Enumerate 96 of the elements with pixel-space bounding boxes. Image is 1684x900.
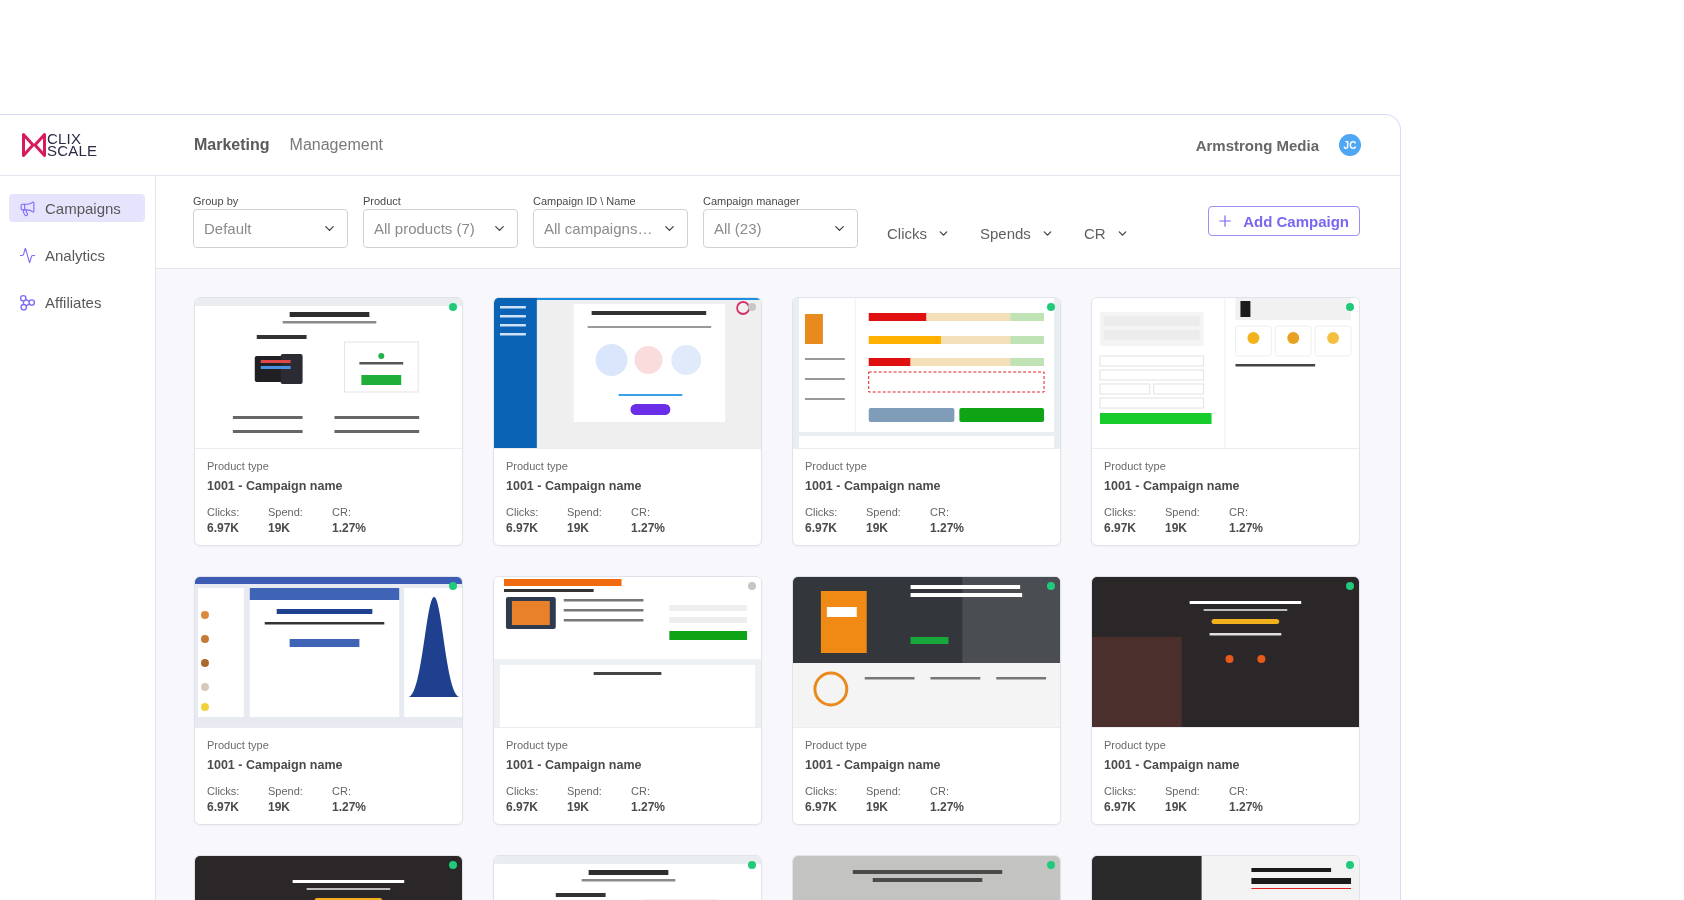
logo-text: CLIX — [47, 133, 82, 145]
stat-label: CR: — [332, 505, 351, 519]
product-type-label: Product type — [1104, 459, 1166, 474]
stat-value: 19K — [567, 520, 589, 537]
stat-label: Spend: — [866, 505, 901, 519]
campaign-name: 1001 - Campaign name — [207, 478, 343, 495]
campaign-card[interactable]: Product type 1001 - Campaign name Clicks: 6.97K Spend: 19K CR: 1.27% — [493, 576, 762, 825]
stat-label: Spend: — [1165, 505, 1200, 519]
product-type-label: Product type — [207, 738, 269, 753]
stat-label: Clicks: — [207, 784, 240, 798]
stat-value: 6.97K — [207, 520, 240, 537]
campaign-name: 1001 - Campaign name — [1104, 757, 1240, 774]
stat-label: Spend: — [268, 505, 303, 519]
stat-label: CR: — [930, 505, 949, 519]
dropdown-select[interactable]: All campaigns… — [533, 209, 688, 248]
filter-label: Campaign ID \ Name — [533, 194, 636, 208]
sort-dropdown[interactable]: Spends — [980, 225, 1054, 242]
stat-label: Clicks: — [506, 505, 539, 519]
stat-value: 1.27% — [631, 520, 666, 537]
filter-label: Product — [363, 194, 401, 208]
stat-label: Spend: — [866, 784, 901, 798]
stat-value: 1.27% — [930, 799, 965, 816]
campaign-card[interactable]: Product type 1001 - Campaign name Clicks: 6.97K Spend: 19K CR: 1.27% — [194, 297, 463, 546]
product-type-label: Product type — [506, 459, 568, 474]
campaign-name: 1001 - Campaign name — [1104, 478, 1240, 495]
campaign-card[interactable]: Product type 1001 - Campaign name Clicks: 6.97K Spend: 19K CR: 1.27% — [792, 297, 1061, 546]
stat-value: 6.97K — [1104, 799, 1137, 816]
pulse-line-icon — [19, 246, 36, 264]
stat-value: 6.97K — [506, 520, 539, 537]
dropdown-select[interactable]: All products (7) — [363, 209, 518, 248]
stat-label: Spend: — [567, 784, 602, 798]
stat-label: Clicks: — [805, 505, 838, 519]
campaign-name: 1001 - Campaign name — [207, 757, 343, 774]
campaign-card[interactable]: Product type 1001 - Campaign name Clicks: 6.97K Spend: 19K CR: 1.27% — [1091, 576, 1360, 825]
stat-label: Spend: — [567, 505, 602, 519]
stat-label: Clicks: — [1104, 505, 1137, 519]
product-type-label: Product type — [805, 738, 867, 753]
stat-label: CR: — [1229, 784, 1248, 798]
stat-label: CR: — [631, 784, 650, 798]
product-type-label: Product type — [506, 738, 568, 753]
logo-mark-icon — [22, 133, 46, 157]
account-name: Armstrong Media — [1195, 136, 1319, 154]
stat-label: Spend: — [1165, 784, 1200, 798]
stat-label: Clicks: — [1104, 784, 1137, 798]
stat-label: CR: — [930, 784, 949, 798]
stat-label: Clicks: — [805, 784, 838, 798]
campaign-card[interactable]: Product type 1001 - Campaign name Clicks: 6.97K Spend: 19K CR: 1.27% — [493, 297, 762, 546]
product-type-label: Product type — [805, 459, 867, 474]
stat-value: 6.97K — [207, 799, 240, 816]
add-campaign-button[interactable]: Add Campaign — [1208, 206, 1360, 236]
stat-value: 19K — [1165, 520, 1187, 537]
megaphone-icon — [19, 199, 36, 217]
sidebar-item[interactable]: Analytics — [9, 241, 145, 269]
product-type-label: Product type — [1104, 738, 1166, 753]
campaign-card[interactable]: Product type 1001 - Campaign name Clicks: 6.97K Spend: 19K CR: 1.27% — [194, 576, 463, 825]
stat-value: 1.27% — [332, 520, 367, 537]
stat-value: 6.97K — [805, 520, 838, 537]
stat-value: 6.97K — [805, 799, 838, 816]
campaign-name: 1001 - Campaign name — [506, 757, 642, 774]
nav-tab[interactable]: Management — [289, 136, 383, 154]
logo-text: SCALE — [47, 145, 98, 157]
stat-value: 19K — [1165, 799, 1187, 816]
connected-circles-icon — [19, 293, 36, 311]
stat-value: 6.97K — [506, 799, 539, 816]
stat-value: 6.97K — [1104, 520, 1137, 537]
sidebar-item[interactable]: Affiliates — [9, 288, 145, 316]
sort-dropdown[interactable]: CR — [1083, 225, 1129, 242]
dropdown-select[interactable]: Default — [193, 209, 348, 248]
product-type-label: Product type — [207, 459, 269, 474]
sidebar-item[interactable]: Campaigns — [9, 194, 145, 222]
stat-value: 19K — [866, 520, 888, 537]
stat-value: 1.27% — [332, 799, 367, 816]
campaign-card[interactable]: Product type 1001 - Campaign name Clicks: 6.97K Spend: 19K CR: 1.27% — [792, 576, 1061, 825]
filter-label: Campaign manager — [703, 194, 800, 208]
stat-value: 1.27% — [930, 520, 965, 537]
stat-value: 19K — [567, 799, 589, 816]
stat-label: Clicks: — [207, 505, 240, 519]
stat-value: 1.27% — [1229, 520, 1264, 537]
sort-dropdown[interactable]: Clicks — [887, 225, 950, 242]
stat-label: CR: — [631, 505, 650, 519]
stat-value: 1.27% — [1229, 799, 1264, 816]
stat-value: 19K — [268, 799, 290, 816]
stat-label: CR: — [1229, 505, 1248, 519]
stat-value: 1.27% — [631, 799, 666, 816]
campaign-name: 1001 - Campaign name — [506, 478, 642, 495]
stat-label: CR: — [332, 784, 351, 798]
nav-tab[interactable]: Marketing — [194, 136, 270, 154]
stat-label: Spend: — [268, 784, 303, 798]
stat-label: Clicks: — [506, 784, 539, 798]
campaign-name: 1001 - Campaign name — [805, 478, 941, 495]
dropdown-select[interactable]: All (23) — [703, 209, 858, 248]
campaign-name: 1001 - Campaign name — [805, 757, 941, 774]
campaign-card[interactable]: Product type 1001 - Campaign name Clicks: 6.97K Spend: 19K CR: 1.27% — [1091, 297, 1360, 546]
filter-label: Group by — [193, 194, 239, 208]
stat-value: 19K — [866, 799, 888, 816]
stat-value: 19K — [268, 520, 290, 537]
